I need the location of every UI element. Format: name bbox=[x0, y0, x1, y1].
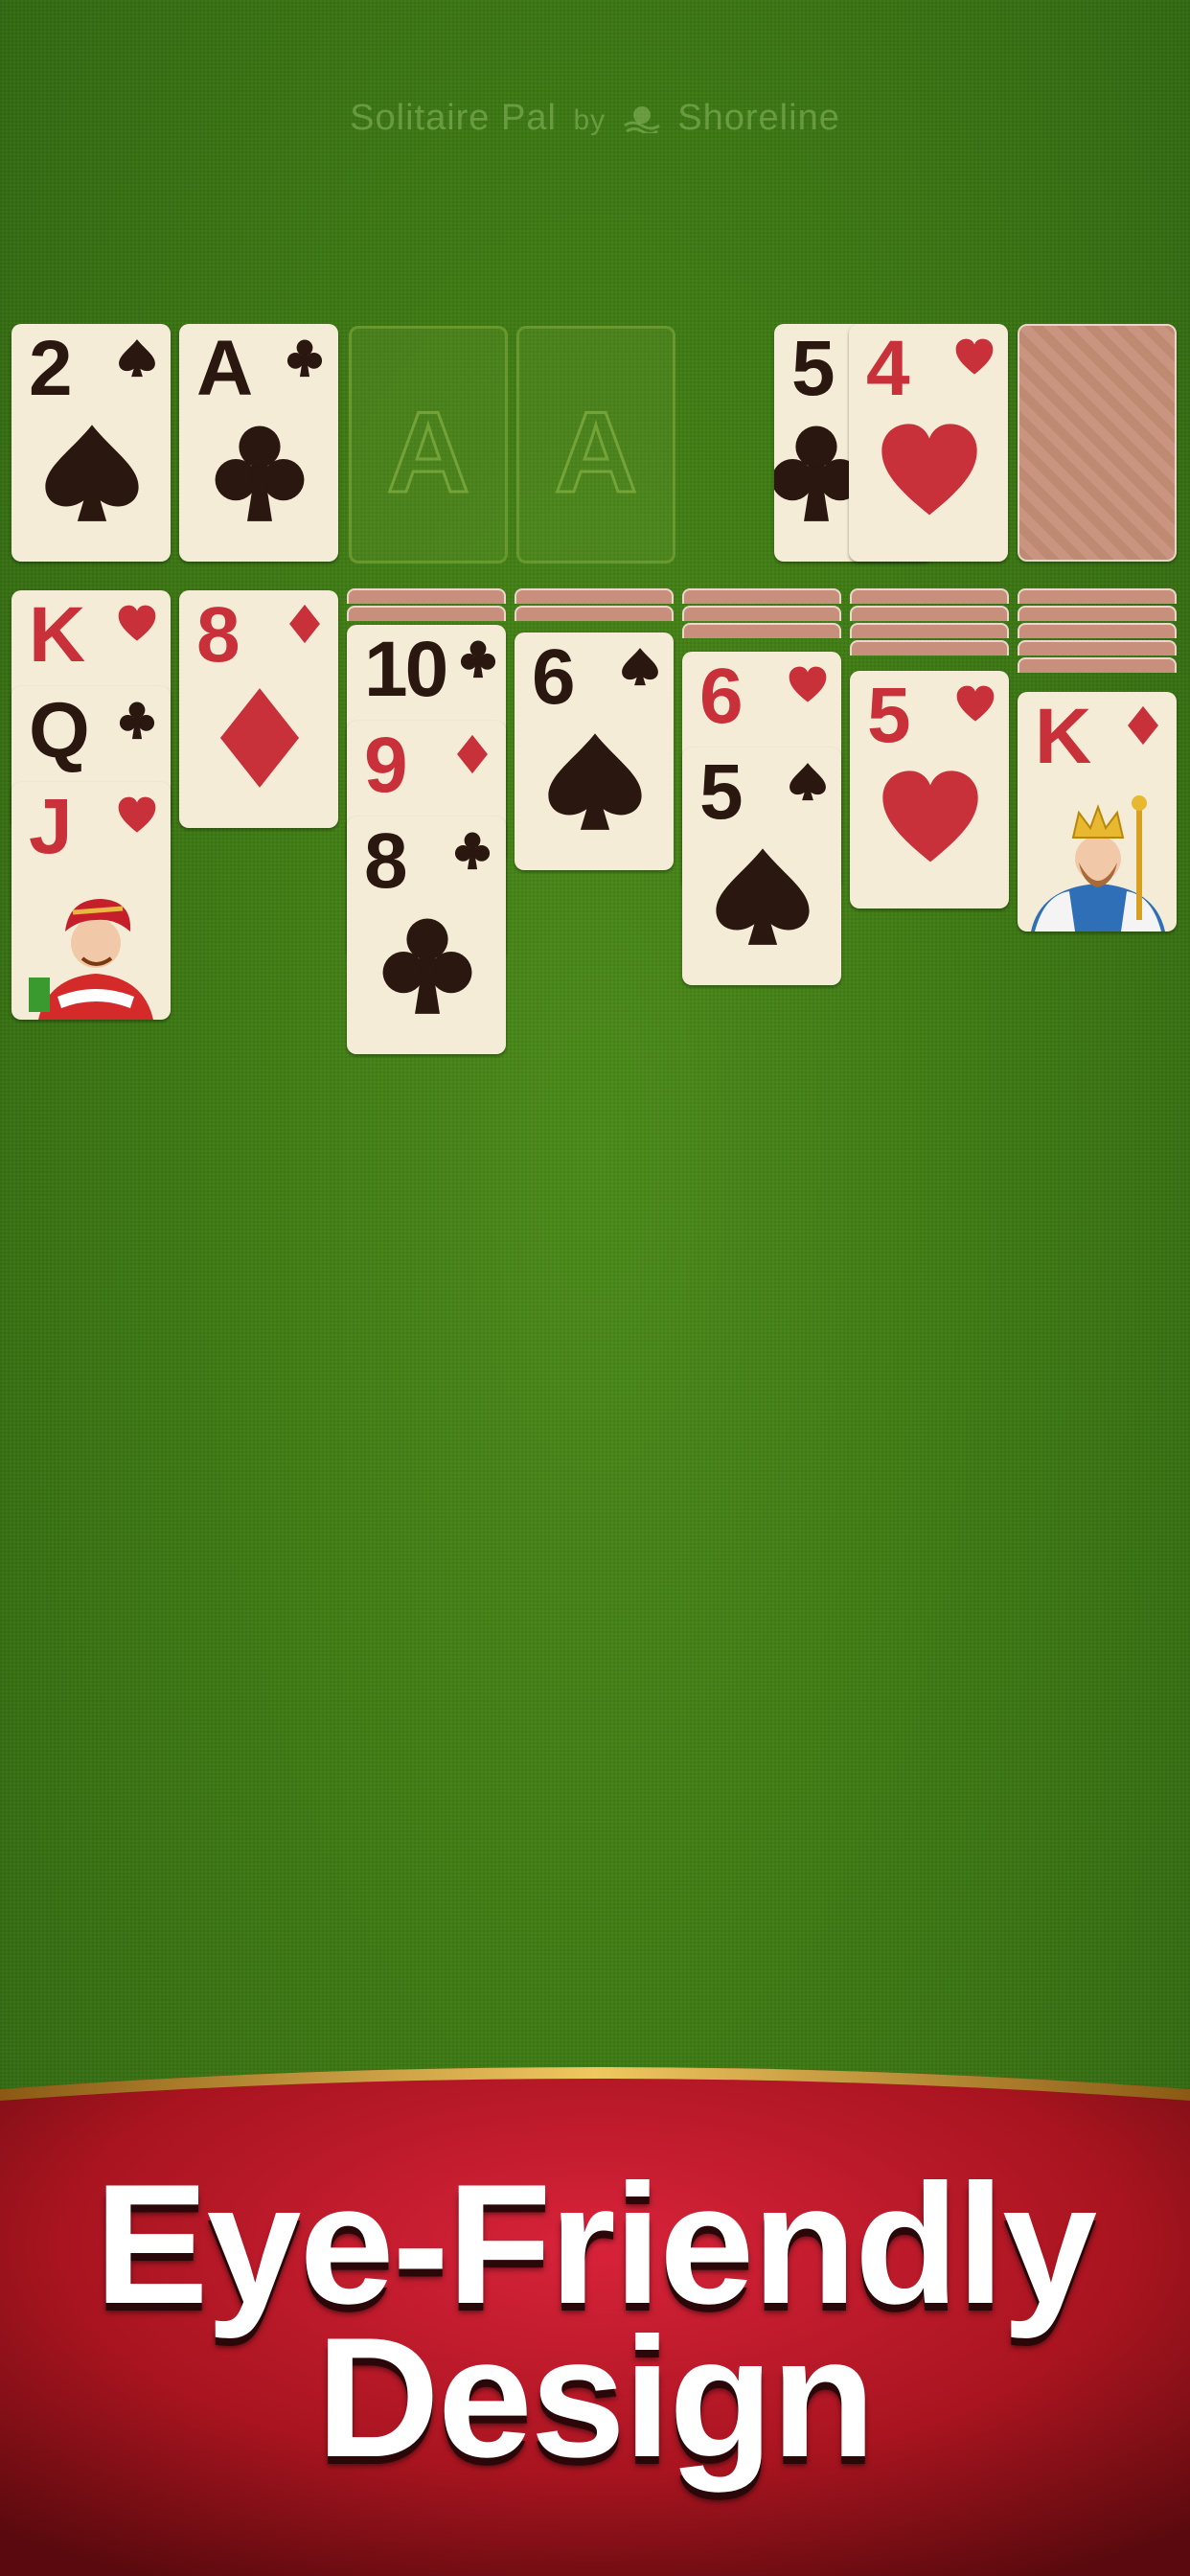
brand-logo: Solitaire Pal by Shoreline bbox=[0, 98, 1190, 139]
waste-card-4-hearts[interactable]: 4 bbox=[849, 324, 1008, 562]
headline: Eye-Friendly Design bbox=[0, 2149, 1190, 2494]
brand-title: Solitaire Pal bbox=[350, 98, 557, 138]
card-rank: 8 bbox=[196, 591, 240, 678]
card-rank: Q bbox=[29, 687, 90, 774]
diamond-icon bbox=[1128, 705, 1158, 746]
heart-icon bbox=[882, 770, 978, 862]
card-rank: J bbox=[29, 783, 73, 870]
heart-icon bbox=[789, 666, 827, 702]
club-icon bbox=[119, 702, 155, 740]
foundation-card-2-spades[interactable]: 2 bbox=[11, 324, 171, 562]
tableau-card-j-hearts[interactable]: J bbox=[11, 782, 171, 1020]
card-rank: 6 bbox=[532, 633, 576, 721]
spade-icon bbox=[119, 339, 155, 378]
face-down-card bbox=[850, 606, 1009, 621]
club-icon bbox=[454, 832, 491, 870]
card-rank: 9 bbox=[364, 722, 408, 809]
headline-line1: Eye-Friendly bbox=[94, 2149, 1097, 2339]
face-down-card bbox=[1018, 588, 1177, 604]
card-rank: 5 bbox=[699, 748, 744, 836]
spade-icon bbox=[716, 848, 810, 945]
tableau-card-8-clubs[interactable]: 8 bbox=[347, 816, 506, 1054]
club-icon bbox=[460, 640, 496, 678]
face-down-card bbox=[850, 623, 1009, 638]
club-icon bbox=[286, 339, 323, 378]
tableau-card-5-spades[interactable]: 5 bbox=[682, 748, 841, 985]
face-down-card bbox=[682, 588, 841, 604]
spade-icon bbox=[622, 648, 658, 686]
heart-icon bbox=[956, 685, 995, 722]
diamond-icon bbox=[219, 688, 300, 788]
brand-by: by bbox=[573, 104, 606, 136]
face-down-card bbox=[1018, 657, 1177, 673]
face-down-card bbox=[515, 588, 674, 604]
brand-company: Shoreline bbox=[677, 98, 840, 138]
heart-icon bbox=[118, 796, 156, 833]
shoreline-logo-icon bbox=[623, 106, 660, 133]
foundation-placeholder: A bbox=[553, 387, 639, 518]
face-down-card bbox=[850, 640, 1009, 656]
card-rank: 4 bbox=[866, 325, 910, 412]
heart-icon bbox=[955, 338, 994, 375]
card-rank: 10 bbox=[364, 626, 448, 713]
card-rank: 2 bbox=[29, 325, 73, 412]
card-rank: A bbox=[196, 325, 253, 412]
foundation-placeholder: A bbox=[385, 387, 471, 518]
card-rank: 5 bbox=[867, 672, 911, 759]
spade-icon bbox=[790, 763, 826, 801]
tableau-card-k-diamonds[interactable]: K bbox=[1018, 692, 1177, 932]
card-rank: 5 bbox=[791, 325, 835, 412]
card-rank: 8 bbox=[364, 817, 408, 905]
heart-icon bbox=[881, 424, 977, 516]
spade-icon bbox=[45, 425, 139, 521]
foundation-card-a-clubs[interactable]: A bbox=[179, 324, 338, 562]
face-down-card bbox=[850, 588, 1009, 604]
tableau-card-6-spades[interactable]: 6 bbox=[515, 632, 674, 870]
heart-icon bbox=[118, 605, 156, 641]
tableau-card-8-diamonds[interactable]: 8 bbox=[179, 590, 338, 828]
card-rank: K bbox=[29, 591, 85, 678]
face-down-card bbox=[682, 623, 841, 638]
club-icon bbox=[215, 426, 305, 521]
face-down-card bbox=[347, 588, 506, 604]
face-down-card bbox=[1018, 640, 1177, 656]
headline-line2: Design bbox=[316, 2302, 875, 2494]
king-portrait-icon bbox=[1031, 795, 1165, 932]
card-rank: K bbox=[1035, 693, 1091, 780]
diamond-icon bbox=[457, 734, 488, 774]
face-down-card bbox=[682, 606, 841, 621]
face-down-card bbox=[515, 606, 674, 621]
jack-portrait-icon bbox=[29, 899, 153, 1020]
face-down-card bbox=[1018, 623, 1177, 638]
face-down-card bbox=[347, 606, 506, 621]
stock-pile[interactable] bbox=[1018, 324, 1177, 562]
foundation-slot-empty[interactable]: A bbox=[516, 326, 675, 564]
club-icon bbox=[382, 918, 472, 1014]
spade-icon bbox=[548, 733, 642, 830]
card-rank: 6 bbox=[699, 653, 744, 740]
foundation-slot-empty[interactable]: A bbox=[349, 326, 508, 564]
diamond-icon bbox=[289, 604, 320, 644]
face-down-card bbox=[1018, 606, 1177, 621]
tableau-card-5-hearts[interactable]: 5 bbox=[850, 671, 1009, 908]
